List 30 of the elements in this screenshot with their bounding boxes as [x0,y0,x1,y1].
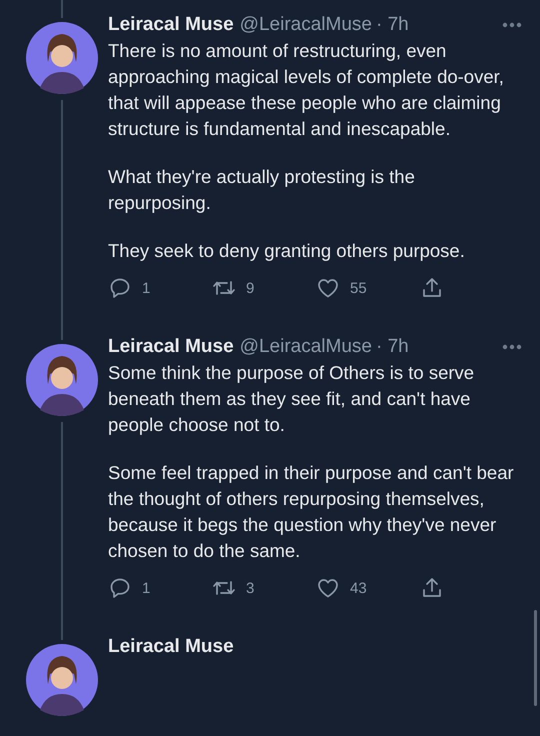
like-count: 55 [350,280,367,296]
more-icon[interactable] [502,344,522,350]
reply-count: 1 [142,280,150,296]
author-handle[interactable]: @LeiracalMuse [240,14,372,36]
avatar-icon[interactable] [26,644,98,716]
author-name[interactable]: Leiracal Muse [108,336,234,358]
tweet-text: Some feel trapped in their purpose and can't bear the thought of others repurposing themselves, because it begs the question why they've never chosen to do the same. [108,461,515,563]
scrollbar[interactable] [534,610,537,706]
reply-icon[interactable] [108,276,132,300]
share-icon[interactable] [420,576,444,600]
reply-count: 1 [142,580,150,596]
tweet-time: · 7h [376,14,409,36]
retweet-count: 9 [246,280,254,296]
heart-icon[interactable] [316,576,340,600]
tweet-text: They seek to deny granting others purpose. [108,239,466,263]
heart-icon[interactable] [316,276,340,300]
reply-icon[interactable] [108,576,132,600]
tweet-text: There is no amount of restructuring, even approaching magical levels of complete do-over, that will appease these people who are claiming structure is fundamental and inescapable. [108,39,505,141]
author-name[interactable]: Leiracal Muse [108,14,234,36]
tweet-text: Some think the purpose of Others is to serve beneath them as they see fit, and can't have people choose not to. [108,361,476,437]
tweet-time: · 7h [376,336,409,358]
avatar-icon[interactable] [26,344,98,416]
more-icon[interactable] [502,22,522,28]
avatar-icon[interactable] [26,22,98,94]
author-handle[interactable]: @LeiracalMuse [240,336,372,358]
like-count: 43 [350,580,367,596]
share-icon[interactable] [420,276,444,300]
retweet-count: 3 [246,580,254,596]
tweet-text: What they're actually protesting is the repurposing. [108,165,416,215]
author-name[interactable]: Leiracal Muse [108,636,234,658]
